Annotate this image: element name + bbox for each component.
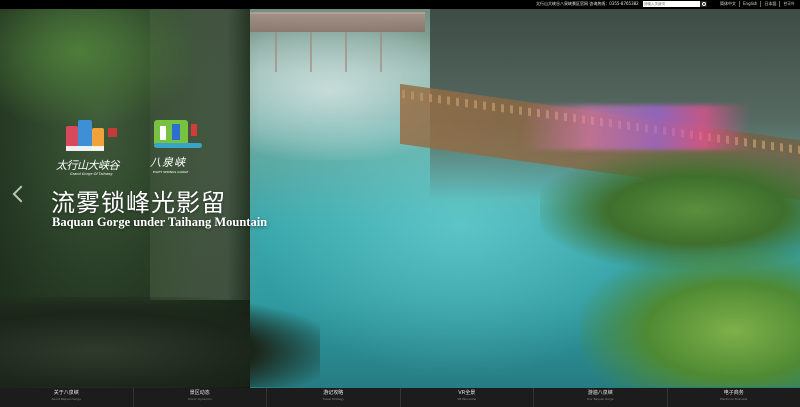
nav-about[interactable]: 关于八泉峡 About Baquan Gorge (0, 388, 134, 407)
hero-title-english: Baquan Gorge under Taihang Mountain (52, 215, 268, 229)
nav-label: 关于八泉峡 (53, 390, 79, 396)
nav-label: 游记攻略 (323, 390, 344, 396)
nav-sublabel: VR Panorama (457, 397, 477, 401)
nav-news[interactable]: 景区动态 Scenic Dynamics (134, 388, 267, 407)
bottom-navigation: 关于八泉峡 About Baquan Gorge 景区动态 Scenic Dyn… (0, 388, 800, 407)
nav-label: 游遍八泉峡 (587, 390, 613, 396)
taihang-logo-text: 太行山大峡谷 (56, 159, 120, 172)
lang-link[interactable]: 한국어 (779, 1, 797, 7)
bottom-right-foliage (580, 247, 800, 387)
bridge-post (310, 32, 312, 72)
lang-link[interactable]: 日本語 (760, 1, 779, 7)
hero-title-chinese: 流雾锁峰光影留 (51, 189, 226, 217)
search-input[interactable] (643, 1, 701, 7)
bridge-post (380, 32, 382, 72)
nav-sublabel: Scenic Dynamics (187, 397, 212, 401)
foreground-rocks (0, 297, 320, 387)
bridge-post (345, 32, 347, 72)
nav-ecommerce[interactable]: 电子商务 Electronic Business (668, 388, 800, 407)
top-utility-bar: 太行山大峡谷八泉峡景区官网 咨询热线：0355-8765382 简体中文 Eng… (0, 0, 800, 9)
nav-label: VR全景 (458, 390, 476, 396)
taihang-logo-mark (66, 120, 122, 156)
nav-tour[interactable]: 游遍八泉峡 Tour Baquan Gorge (534, 388, 668, 407)
taihang-logo-subtext: Grand Gorge Of Taihang (70, 172, 113, 176)
search-box (643, 1, 707, 7)
top-left-foliage (0, 0, 200, 130)
nav-sublabel: Electronic Business (720, 397, 748, 401)
nav-label: 电子商务 (723, 390, 744, 396)
baquan-gorge-logo[interactable]: 八泉峡 EIGHT SPRINGS GORGE (150, 118, 210, 176)
baquan-logo-mark (154, 118, 202, 152)
site-contact-info: 太行山大峡谷八泉峡景区官网 咨询热线：0355-8765382 (536, 1, 639, 6)
lang-link[interactable]: 简体中文 (717, 1, 739, 7)
nav-vr-panorama[interactable]: VR全景 VR Panorama (401, 388, 534, 407)
nav-travel-guide[interactable]: 游记攻略 Travel Strategy (267, 388, 401, 407)
nav-sublabel: About Baquan Gorge (51, 397, 81, 401)
nav-label: 景区动态 (189, 390, 210, 396)
slider-prev-arrow-icon[interactable] (10, 185, 24, 205)
nav-sublabel: Travel Strategy (322, 397, 344, 401)
nav-sublabel: Tour Baquan Gorge (586, 397, 614, 401)
tourists-blur (520, 105, 750, 150)
baquan-logo-subtext: EIGHT SPRINGS GORGE (153, 170, 189, 174)
taihang-gorge-logo[interactable]: 太行山大峡谷 Grand Gorge Of Taihang (56, 120, 132, 176)
language-switcher: 简体中文 English 日本語 한국어 (717, 1, 798, 7)
bridge-post (275, 32, 277, 72)
search-button[interactable] (700, 1, 707, 7)
baquan-logo-text: 八泉峡 (150, 156, 186, 169)
lang-link[interactable]: English (739, 1, 760, 7)
search-icon (701, 1, 706, 7)
